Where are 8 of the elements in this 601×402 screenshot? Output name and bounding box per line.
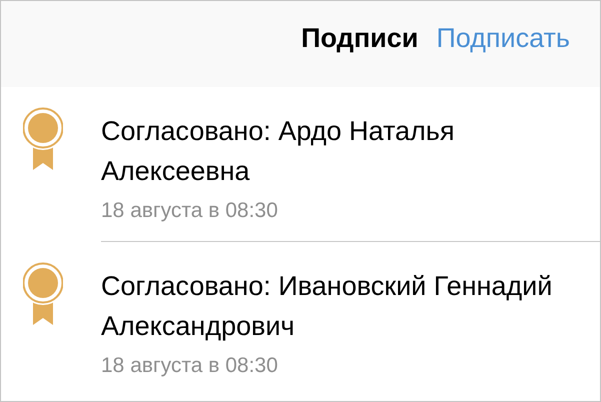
signature-status: Согласовано: Ардо Наталья Алексеевна — [101, 115, 456, 188]
page-title: Подписи — [301, 23, 418, 54]
signature-date: 18 августа в 08:30 — [101, 199, 279, 223]
sign-button[interactable]: Подписать — [436, 23, 570, 54]
award-ribbon-icon — [23, 262, 63, 326]
signature-date: 18 августа в 08:30 — [101, 354, 279, 378]
award-ribbon-icon — [23, 107, 63, 171]
signature-status: Согласовано: Ивановский Геннадий Александрович — [101, 270, 554, 343]
